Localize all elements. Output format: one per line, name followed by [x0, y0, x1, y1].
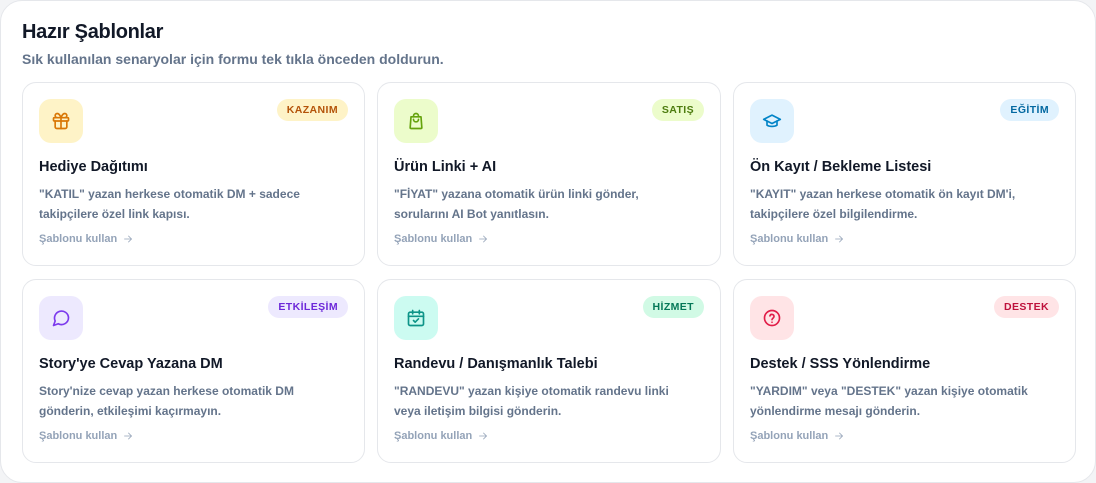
arrow-right-icon	[479, 432, 488, 440]
arrow-right-icon	[479, 235, 488, 243]
template-icon-box	[39, 296, 83, 340]
use-template-label: Şablonu kullan	[394, 430, 473, 442]
template-title: Ürün Linki + AI	[394, 159, 497, 175]
use-template-label: Şablonu kullan	[750, 233, 829, 245]
template-title: Hediye Dağıtımı	[39, 159, 148, 175]
template-card-support-faq[interactable]: DESTEK Destek / SSS Yönlendirme "YARDIM"…	[733, 279, 1076, 463]
arrow-right-icon	[835, 432, 844, 440]
use-template-link[interactable]: Şablonu kullan	[394, 430, 489, 442]
template-icon-box	[394, 99, 438, 143]
template-description: "YARDIM" veya "DESTEK" yazan kişiye otom…	[750, 384, 1028, 418]
arrow-right-icon	[124, 432, 133, 440]
template-card-product-link[interactable]: SATIŞ Ürün Linki + AI "FİYAT" yazana oto…	[377, 82, 721, 266]
use-template-link[interactable]: Şablonu kullan	[39, 233, 134, 245]
template-description: Story'nize cevap yazan herkese otomatik …	[39, 384, 294, 418]
use-template-label: Şablonu kullan	[394, 233, 473, 245]
template-title: Ön Kayıt / Bekleme Listesi	[750, 159, 932, 175]
help-circle-icon	[763, 309, 781, 327]
use-template-link[interactable]: Şablonu kullan	[750, 430, 845, 442]
template-icon-box	[39, 99, 83, 143]
gift-icon	[52, 112, 70, 130]
use-template-label: Şablonu kullan	[750, 430, 829, 442]
template-icon-box	[394, 296, 438, 340]
template-title: Randevu / Danışmanlık Talebi	[394, 356, 598, 372]
template-card-appointment[interactable]: HİZMET Randevu / Danışmanlık Talebi "RAN…	[377, 279, 721, 463]
shopping-bag-icon	[409, 112, 423, 130]
page-subtitle: Sık kullanılan senaryolar için formu tek…	[22, 51, 444, 67]
use-template-label: Şablonu kullan	[39, 430, 118, 442]
page-title: Hazır Şablonlar	[22, 21, 164, 43]
use-template-link[interactable]: Şablonu kullan	[39, 430, 134, 442]
arrow-right-icon	[124, 235, 133, 243]
template-title: Destek / SSS Yönlendirme	[750, 356, 931, 372]
category-badge: HİZMET	[642, 296, 704, 318]
template-description: "KATIL" yazan herkese otomatik DM + sade…	[39, 187, 300, 221]
category-badge: SATIŞ	[651, 99, 704, 121]
template-card-gift[interactable]: KAZANIM Hediye Dağıtımı "KATIL" yazan he…	[22, 82, 365, 266]
template-title: Story'ye Cevap Yazana DM	[39, 356, 223, 372]
template-card-story-reply[interactable]: ETKİLEŞİM Story'ye Cevap Yazana DM Story…	[22, 279, 365, 463]
use-template-label: Şablonu kullan	[39, 233, 118, 245]
message-circle-icon	[52, 310, 70, 327]
template-description: "FİYAT" yazana otomatik ürün linki gönde…	[394, 187, 639, 221]
template-card-pre-registration[interactable]: EĞİTİM Ön Kayıt / Bekleme Listesi "KAYIT…	[733, 82, 1076, 266]
template-icon-box	[750, 99, 794, 143]
arrow-right-icon	[835, 235, 844, 243]
category-badge: DESTEK	[994, 296, 1059, 318]
category-badge: KAZANIM	[276, 99, 348, 121]
use-template-link[interactable]: Şablonu kullan	[750, 233, 845, 245]
category-badge: EĞİTİM	[1000, 99, 1059, 121]
template-description: "RANDEVU" yazan kişiye otomatik randevu …	[394, 384, 669, 418]
use-template-link[interactable]: Şablonu kullan	[394, 233, 489, 245]
template-grid: KAZANIM Hediye Dağıtımı "KATIL" yazan he…	[22, 82, 1076, 463]
calendar-check-icon	[407, 309, 425, 327]
category-badge: ETKİLEŞİM	[268, 296, 348, 318]
templates-panel: Hazır Şablonlar Sık kullanılan senaryola…	[0, 0, 1096, 483]
template-description: "KAYIT" yazan herkese otomatik ön kayıt …	[750, 187, 1016, 221]
template-icon-box	[750, 296, 794, 340]
graduation-cap-icon	[762, 114, 782, 128]
